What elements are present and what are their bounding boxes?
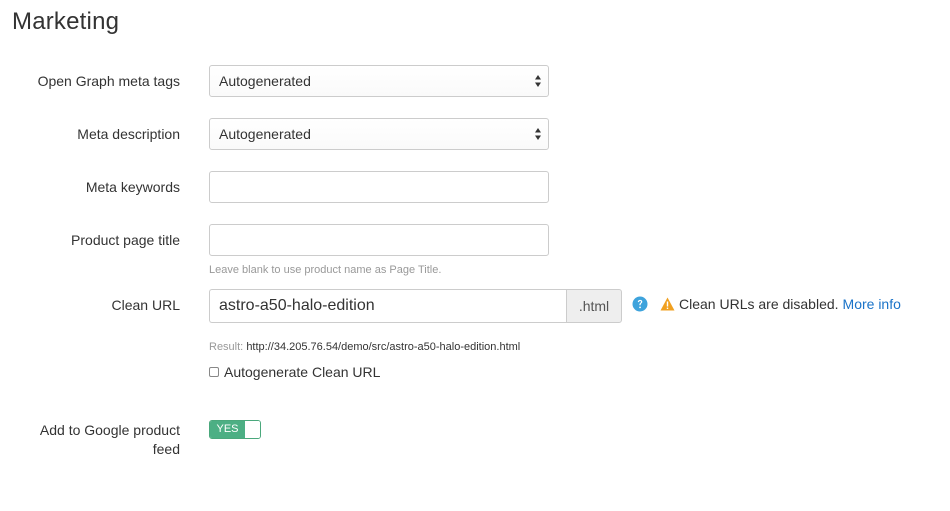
product-page-title-hint: Leave blank to use product name as Page … [209,264,442,276]
select-arrows-icon [535,75,541,87]
clean-url-warning-text: Clean URLs are disabled. [679,296,839,312]
google-feed-label-line1: Add to Google product [39,422,180,438]
meta-keywords-input[interactable] [209,171,549,203]
clean-url-input[interactable] [209,289,566,323]
section-title: Marketing [12,8,120,35]
autogenerate-clean-url-checkbox[interactable] [209,367,219,377]
meta-description-select[interactable]: Autogenerated [209,118,549,150]
meta-description-label: Meta description [77,126,180,142]
open-graph-selected-value: Autogenerated [219,73,311,89]
help-circle-icon[interactable] [632,296,648,312]
more-info-link[interactable]: More info [843,296,901,312]
google-feed-toggle[interactable]: YES [209,420,261,439]
clean-url-group: .html [209,289,622,323]
clean-url-suffix: .html [566,289,622,323]
result-label: Result: [209,341,244,353]
toggle-knob [245,421,260,438]
product-page-title-input[interactable] [209,224,549,256]
autogenerate-clean-url-label[interactable]: Autogenerate Clean URL [224,364,380,380]
autogenerate-clean-url-row[interactable]: Autogenerate Clean URL [209,364,380,380]
google-feed-label-line2: feed [152,441,180,457]
meta-keywords-label: Meta keywords [85,179,180,195]
result-url: http://34.205.76.54/demo/src/astro-a50-h… [246,341,521,353]
product-page-title-label: Product page title [71,232,180,248]
meta-description-selected-value: Autogenerated [219,126,311,142]
google-feed-toggle-label: YES [210,421,245,438]
google-feed-label: Add to Google product feed [40,421,180,459]
select-arrows-icon [535,128,541,140]
open-graph-select[interactable]: Autogenerated [209,65,549,97]
warning-triangle-icon [660,297,675,311]
clean-url-warning: Clean URLs are disabled. More info [660,296,901,312]
clean-url-label: Clean URL [111,297,180,313]
open-graph-label: Open Graph meta tags [37,73,180,89]
clean-url-result: Result: http://34.205.76.54/demo/src/ast… [209,341,520,353]
